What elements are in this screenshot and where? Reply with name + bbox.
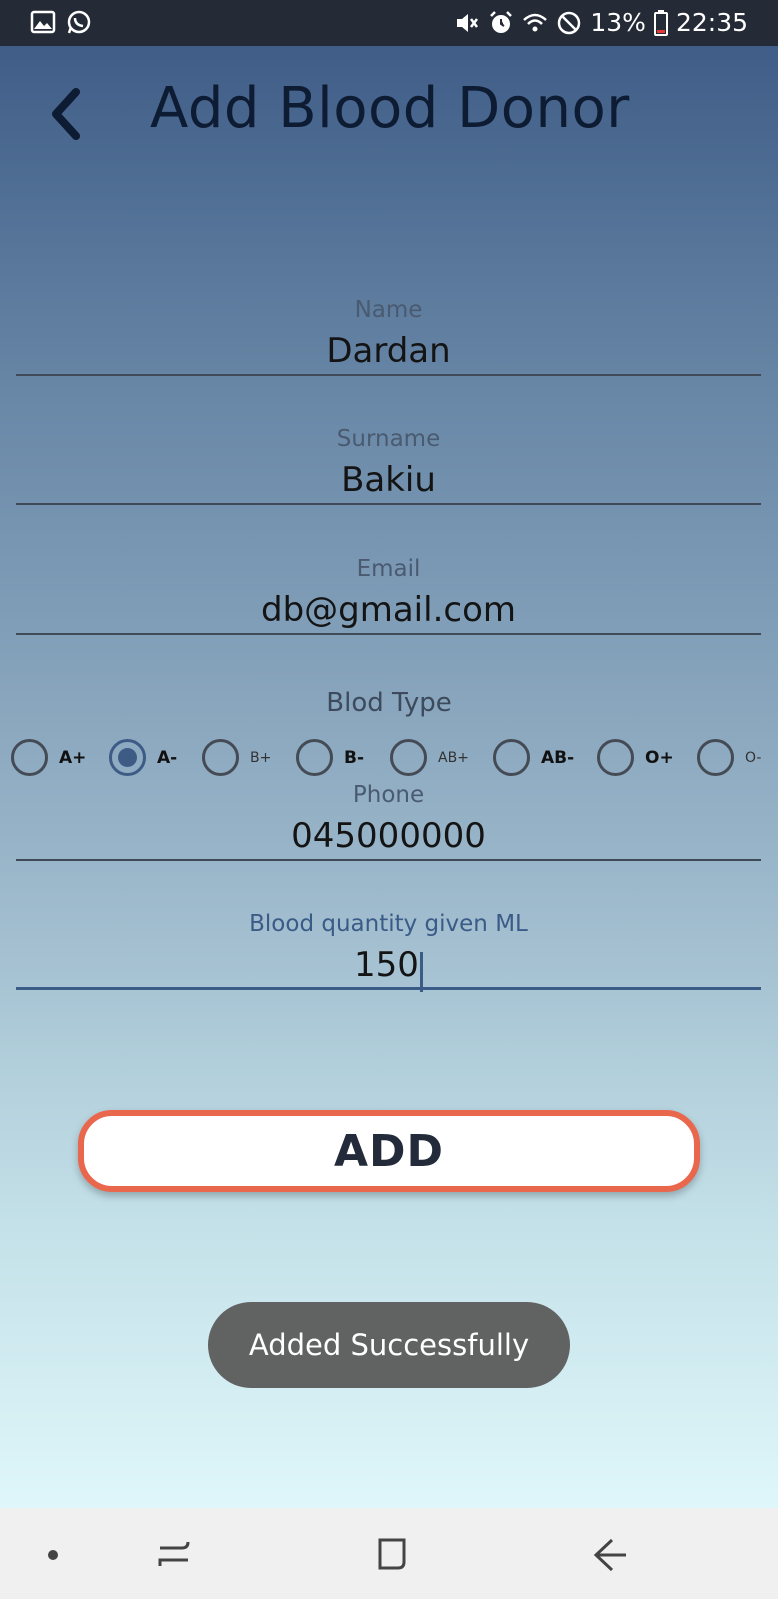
radio-circle	[202, 739, 239, 776]
wifi-icon	[523, 13, 548, 32]
surname-value: Bakiu	[341, 460, 436, 500]
quantity-label: Blood quantity given ML	[249, 911, 528, 937]
back-arrow-icon[interactable]	[586, 1530, 636, 1580]
battery-percent: 13%	[590, 8, 646, 37]
email-label: Email	[356, 556, 421, 582]
page-title: Add Blood Donor	[150, 76, 630, 141]
name-field: Name Dardan	[16, 294, 761, 376]
dot-icon[interactable]	[28, 1530, 78, 1580]
radio-circle	[11, 739, 48, 776]
name-input[interactable]: Dardan	[16, 326, 761, 376]
battery-icon	[653, 10, 668, 36]
phone-field: Phone 045000000	[16, 779, 761, 861]
app-screen: Add Blood Donor Name Dardan Surname Baki…	[0, 46, 778, 1508]
radio-b-plus[interactable]: B+	[202, 739, 271, 776]
navigation-bar	[0, 1508, 778, 1599]
phone-value: 045000000	[291, 816, 486, 856]
clock: 22:35	[675, 8, 748, 37]
radio-label: B+	[250, 749, 272, 766]
surname-input[interactable]: Bakiu	[16, 455, 761, 505]
recent-apps-icon[interactable]	[150, 1530, 200, 1580]
email-field: Email db@gmail.com	[16, 553, 761, 635]
radio-label: A+	[59, 747, 87, 768]
radio-label: B-	[344, 747, 365, 768]
radio-circle-checked	[109, 739, 146, 776]
alarm-icon	[490, 11, 513, 33]
phone-label: Phone	[352, 782, 425, 808]
radio-circle	[697, 739, 734, 776]
phone-input[interactable]: 045000000	[16, 811, 761, 861]
surname-field: Surname Bakiu	[16, 423, 761, 505]
quantity-value: 150	[354, 945, 419, 985]
add-button-label: ADD	[333, 1125, 445, 1177]
home-icon[interactable]	[366, 1530, 416, 1580]
radio-o-plus[interactable]: O+	[597, 739, 674, 776]
email-input[interactable]: db@gmail.com	[16, 585, 761, 635]
radio-circle	[296, 739, 333, 776]
email-value: db@gmail.com	[260, 590, 517, 630]
toast-message: Added Successfully	[208, 1302, 570, 1388]
radio-b-minus[interactable]: B-	[296, 739, 364, 776]
toast-text: Added Successfully	[248, 1328, 530, 1362]
quantity-field: Blood quantity given ML 150	[16, 908, 761, 992]
radio-o-minus[interactable]: O-	[697, 739, 761, 776]
blood-type-label: Blod Type	[326, 688, 452, 718]
quantity-input[interactable]: 150	[16, 940, 761, 992]
radio-label: O-	[745, 749, 762, 766]
radio-ab-plus[interactable]: AB+	[390, 739, 469, 776]
back-chevron-icon[interactable]	[42, 84, 92, 144]
surname-label: Surname	[336, 426, 441, 452]
radio-a-plus[interactable]: A+	[11, 739, 86, 776]
name-label: Name	[354, 297, 423, 323]
add-button[interactable]: ADD	[78, 1110, 700, 1192]
radio-label: O+	[645, 747, 674, 768]
name-value: Dardan	[326, 331, 451, 371]
image-icon	[30, 10, 56, 34]
whatsapp-icon	[67, 10, 91, 34]
radio-ab-minus[interactable]: AB-	[493, 739, 574, 776]
radio-label: A-	[157, 747, 178, 768]
radio-circle	[597, 739, 634, 776]
status-bar: 13% 22:35	[0, 0, 778, 46]
text-cursor	[419, 951, 423, 992]
radio-a-minus[interactable]: A-	[109, 739, 177, 776]
do-not-disturb-icon	[558, 11, 581, 35]
radio-label: AB+	[438, 749, 469, 766]
radio-circle	[390, 739, 427, 776]
radio-circle	[493, 739, 530, 776]
radio-label: AB-	[541, 747, 575, 768]
mute-icon	[457, 14, 479, 32]
